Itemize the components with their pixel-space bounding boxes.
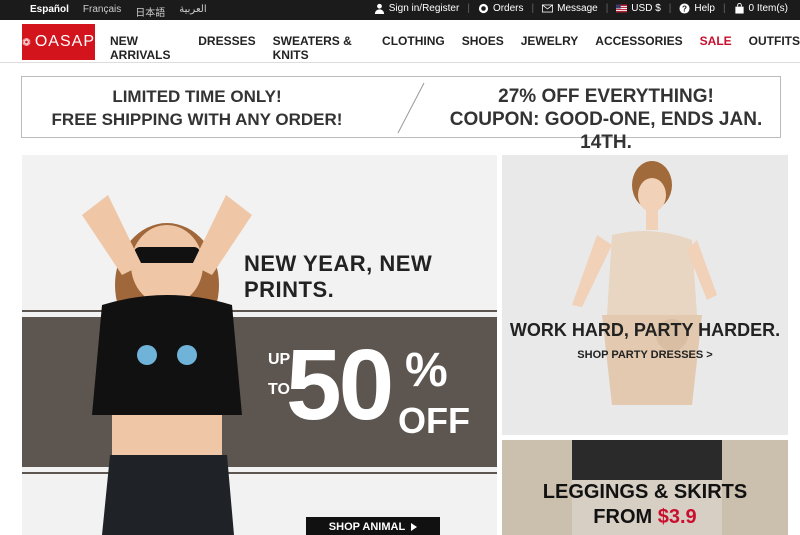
coupon-promo: 27% OFF EVERYTHING! COUPON: GOOD-ONE, EN…	[432, 85, 780, 154]
leggings-price: $3.9	[657, 506, 697, 528]
cart-link[interactable]: 0 Item(s)	[734, 3, 788, 14]
shop-animal-label: SHOP ANIMAL	[328, 521, 406, 533]
account-utilities: Sign in/Register | Orders | Message | US…	[374, 3, 788, 14]
shop-party-dresses-link[interactable]: SHOP PARTY DRESSES >	[502, 349, 788, 361]
help-label: Help	[694, 3, 715, 14]
us-flag-icon	[616, 4, 628, 13]
category-menu: NEW ARRIVALS DRESSES SWEATERS & KNITS CL…	[110, 34, 800, 62]
nav-item-outfits[interactable]: OUTFITS	[749, 34, 800, 62]
logo-wordmark: OASAP	[34, 33, 95, 50]
shipping-promo: LIMITED TIME ONLY! FREE SHIPPING WITH AN…	[22, 85, 372, 131]
nav-item-jewelry[interactable]: JEWELRY	[521, 34, 579, 62]
nav-item-clothing[interactable]: CLOTHING	[382, 34, 445, 62]
banner-divider	[397, 82, 425, 134]
leggings-from-label: FROM	[593, 506, 653, 528]
language-arabic[interactable]: العربية	[179, 4, 206, 19]
leggings-skirts-title: LEGGINGS & SKIRTS	[542, 481, 748, 503]
language-switcher: Español Français 日本語 العربية	[30, 4, 207, 19]
party-dresses-title: WORK HARD, PARTY HARDER.	[509, 320, 781, 340]
hero-percent-sign: %	[405, 344, 448, 397]
leggings-price-line: FROM $3.9	[502, 505, 788, 530]
signin-label: Sign in/Register	[388, 3, 460, 14]
hero-discount-value: 50	[286, 329, 394, 441]
leggings-skirts-tile[interactable]: LEGGINGS & SKIRTS FROM $3.9	[502, 440, 788, 535]
message-link[interactable]: Message	[542, 3, 598, 14]
orders-label: Orders	[492, 3, 524, 14]
language-japanese[interactable]: 日本語	[135, 4, 165, 19]
cart-label: 0 Item(s)	[748, 3, 788, 14]
language-spanish[interactable]: Español	[30, 4, 69, 19]
language-french[interactable]: Français	[83, 4, 121, 19]
nav-item-sweaters-knits[interactable]: SWEATERS & KNITS	[273, 34, 365, 62]
currency-label: USD $	[631, 3, 661, 14]
currency-selector[interactable]: USD $	[616, 3, 661, 14]
caret-right-icon	[411, 523, 418, 531]
help-link[interactable]: ? Help	[679, 3, 715, 14]
nav-item-shoes[interactable]: SHOES	[462, 34, 504, 62]
nav-item-accessories[interactable]: ACCESSORIES	[595, 34, 682, 62]
shop-animal-button[interactable]: SHOP ANIMAL	[306, 517, 440, 535]
signin-link[interactable]: Sign in/Register	[374, 3, 460, 14]
help-icon: ?	[679, 3, 690, 14]
party-dresses-caption: WORK HARD, PARTY HARDER. SHOP PARTY DRES…	[502, 320, 788, 361]
hero-headline: NEW YEAR, NEW PRINTS.	[244, 251, 433, 302]
shipping-promo-line1: LIMITED TIME ONLY!	[112, 87, 282, 106]
party-dress-model-image	[572, 161, 717, 405]
coupon-promo-line2: COUPON: GOOD-ONE, ENDS JAN. 14TH.	[449, 109, 763, 153]
leggings-skirts-caption: LEGGINGS & SKIRTS FROM $3.9	[502, 480, 788, 530]
sunburst-logo-icon	[22, 38, 31, 46]
main-navigation: OASAP NEW ARRIVALS DRESSES SWEATERS & KN…	[0, 20, 800, 63]
party-dresses-tile[interactable]: WORK HARD, PARTY HARDER. SHOP PARTY DRES…	[502, 155, 788, 435]
shopping-bag-icon	[734, 3, 744, 14]
orders-badge-icon	[478, 3, 489, 14]
hero-banner[interactable]: NEW YEAR, NEW PRINTS. UP TO 50 % OFF SHO…	[22, 155, 497, 535]
site-logo[interactable]: OASAP	[22, 24, 95, 60]
user-icon	[374, 3, 384, 14]
coupon-promo-line1: 27% OFF EVERYTHING!	[498, 86, 714, 107]
envelope-icon	[542, 4, 554, 13]
nav-item-sale[interactable]: SALE	[700, 34, 732, 62]
shipping-promo-line2: FREE SHIPPING WITH ANY ORDER!	[51, 110, 343, 129]
nav-item-dresses[interactable]: DRESSES	[198, 34, 255, 62]
orders-link[interactable]: Orders	[478, 3, 524, 14]
svg-text:?: ?	[682, 4, 687, 13]
message-label: Message	[557, 3, 598, 14]
promo-banner[interactable]: LIMITED TIME ONLY! FREE SHIPPING WITH AN…	[21, 76, 781, 153]
top-utility-bar: Español Français 日本語 العربية Sign in/Reg…	[0, 0, 800, 20]
nav-item-new-arrivals[interactable]: NEW ARRIVALS	[110, 34, 181, 62]
hero-model-image	[82, 195, 252, 535]
hero-off-label: OFF	[398, 400, 470, 441]
